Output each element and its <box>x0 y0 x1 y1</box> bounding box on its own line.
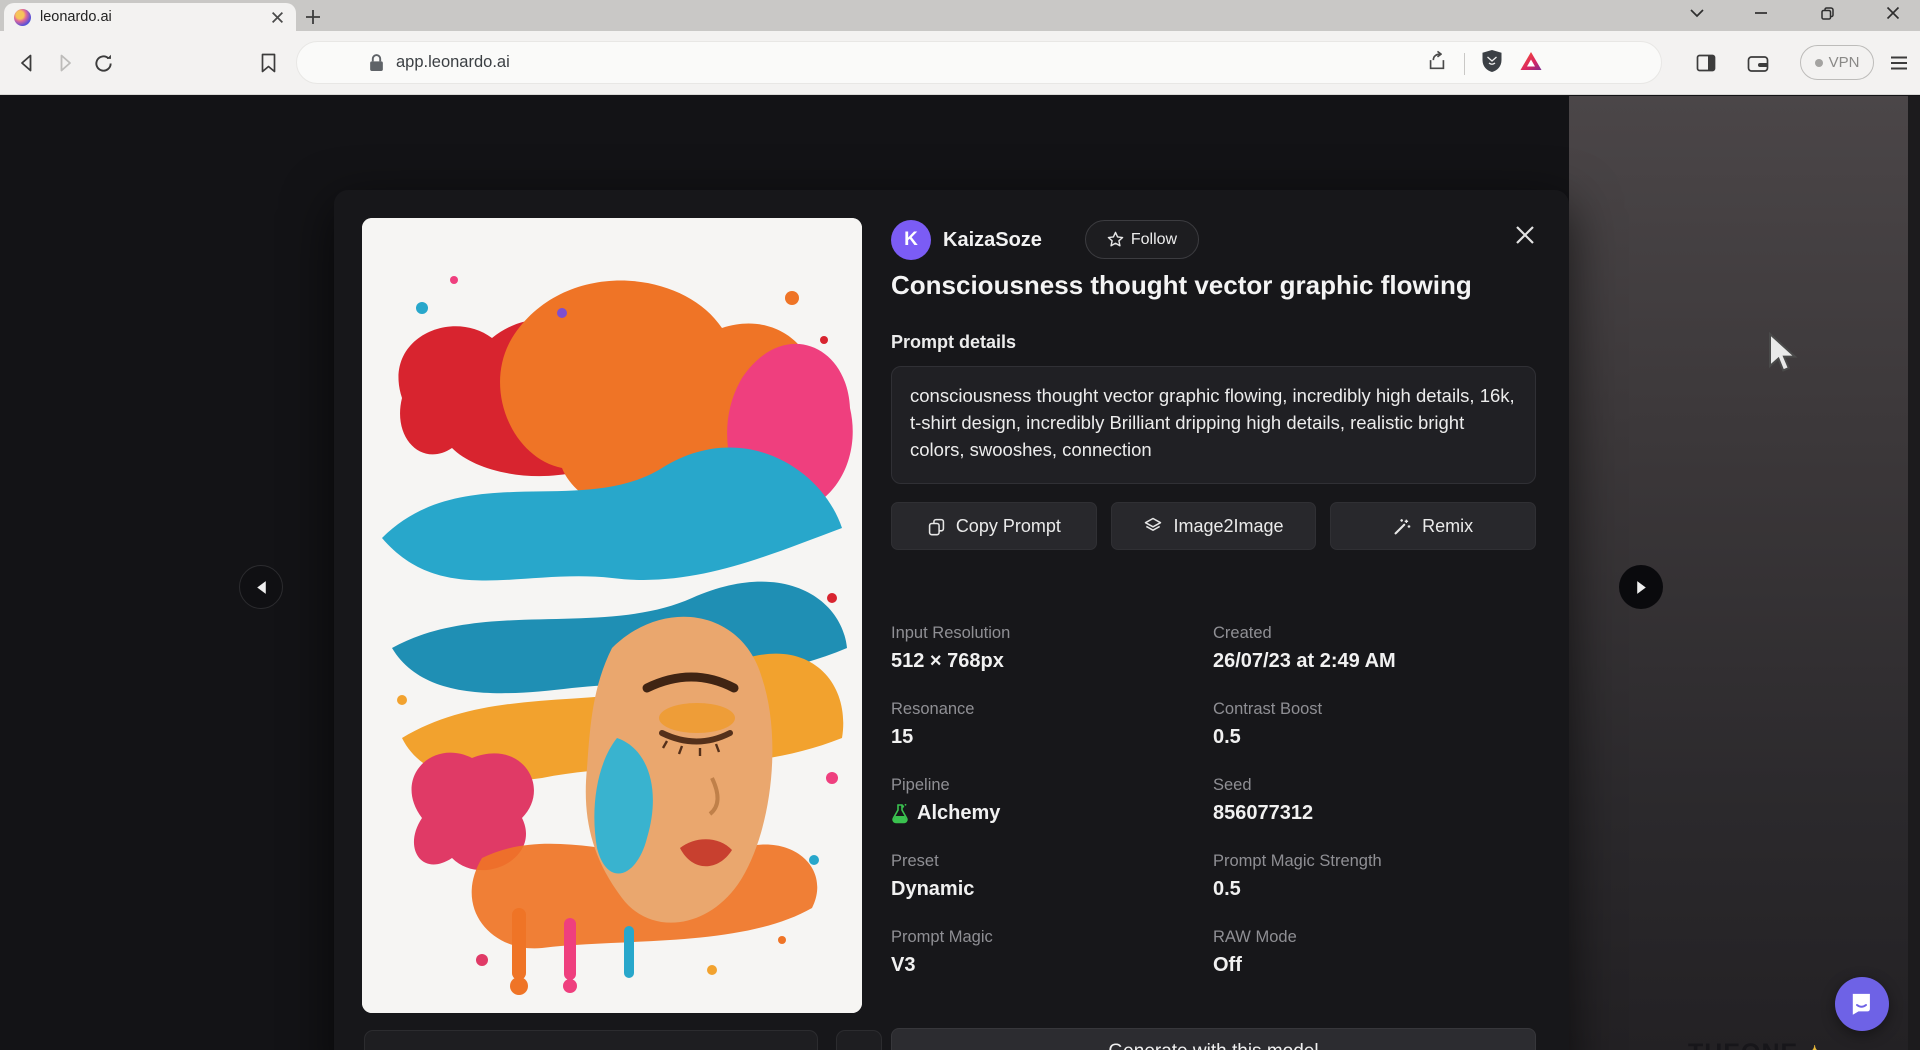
wand-icon <box>1393 517 1412 536</box>
brave-shield-icon[interactable] <box>1481 49 1503 78</box>
site-favicon <box>14 9 31 26</box>
generation-details: Input Resolution 512 × 768px Created 26/… <box>891 624 1536 977</box>
detail-pipeline: Pipeline Alchemy <box>891 776 1213 825</box>
detail-preset: Preset Dynamic <box>891 852 1213 901</box>
detail-resonance: Resonance 15 <box>891 700 1213 749</box>
tab-close-icon[interactable] <box>268 8 286 26</box>
share-icon[interactable] <box>1426 50 1448 77</box>
previous-image-button[interactable] <box>239 565 283 609</box>
mouse-cursor <box>1768 332 1800 381</box>
detail-input-resolution: Input Resolution 512 × 768px <box>891 624 1213 673</box>
action-buttons: Copy Prompt Image2Image Remix <box>891 502 1536 550</box>
url-text: app.leonardo.ai <box>396 53 510 72</box>
thumbnail-strip[interactable] <box>364 1030 818 1050</box>
browser-tab-bar: leonardo.ai <box>0 0 1920 31</box>
reload-icon[interactable] <box>88 48 118 78</box>
avatar-initial: K <box>904 229 918 251</box>
image2image-label: Image2Image <box>1173 516 1283 537</box>
follow-label: Follow <box>1131 231 1177 249</box>
author-name[interactable]: KaizaSoze <box>943 229 1042 252</box>
support-chat-button[interactable] <box>1835 977 1889 1031</box>
window-restore-icon[interactable] <box>1812 0 1842 26</box>
back-icon[interactable] <box>12 48 42 78</box>
toolbar-divider <box>1464 53 1465 75</box>
next-image-button[interactable] <box>1619 565 1663 609</box>
image-detail-modal: K KaizaSoze Follow Consciousness thought… <box>334 190 1569 1050</box>
detail-created: Created 26/07/23 at 2:49 AM <box>1213 624 1536 673</box>
layers-icon <box>1143 516 1163 536</box>
chat-bubble-icon <box>1849 991 1875 1017</box>
chevron-left-icon <box>255 580 268 595</box>
forward-icon[interactable] <box>50 48 80 78</box>
chevron-right-icon <box>1635 580 1648 595</box>
bookmark-icon[interactable] <box>253 48 283 78</box>
flask-icon <box>891 803 909 824</box>
generated-image[interactable] <box>362 218 862 1013</box>
detail-seed: Seed 856077312 <box>1213 776 1536 825</box>
thumbnail-strip-button[interactable] <box>836 1030 882 1050</box>
browser-toolbar: app.leonardo.ai <box>0 31 1920 95</box>
detail-contrast-boost: Contrast Boost 0.5 <box>1213 700 1536 749</box>
avatar[interactable]: K <box>891 220 931 260</box>
screen: leonardo.ai <box>0 0 1920 1050</box>
sparkle-icon: ✦ <box>1806 1041 1824 1050</box>
generate-with-model-button[interactable]: Generate with this model <box>891 1028 1536 1050</box>
prompt-details-heading: Prompt details <box>891 332 1016 353</box>
copy-icon <box>927 517 946 536</box>
detail-raw-mode: RAW Mode Off <box>1213 928 1536 977</box>
brave-rewards-icon[interactable] <box>1519 50 1543 77</box>
copy-prompt-label: Copy Prompt <box>956 516 1061 537</box>
star-icon <box>1107 231 1124 248</box>
backdrop-edge <box>1908 96 1920 1050</box>
wallet-icon[interactable] <box>1743 48 1773 78</box>
vpn-button[interactable]: VPN <box>1800 45 1874 80</box>
image-title: Consciousness thought vector graphic flo… <box>891 270 1541 301</box>
window-minimize-icon[interactable] <box>1746 0 1776 26</box>
browser-tab[interactable]: leonardo.ai <box>4 3 296 31</box>
vpn-status-dot <box>1815 59 1823 67</box>
follow-button[interactable]: Follow <box>1085 220 1199 259</box>
new-tab-icon[interactable] <box>300 5 326 29</box>
close-icon[interactable] <box>1510 220 1540 250</box>
tab-title: leonardo.ai <box>40 9 268 25</box>
remix-label: Remix <box>1422 516 1473 537</box>
image2image-button[interactable]: Image2Image <box>1111 502 1317 550</box>
vpn-label: VPN <box>1829 54 1860 71</box>
address-bar[interactable]: app.leonardo.ai <box>296 41 1662 84</box>
watermark: THEONE ✦ <box>1688 1039 1824 1050</box>
detail-prompt-magic: Prompt Magic V3 <box>891 928 1213 977</box>
copy-prompt-button[interactable]: Copy Prompt <box>891 502 1097 550</box>
backdrop-blur-panel <box>1569 96 1908 1050</box>
sidebar-icon[interactable] <box>1691 48 1721 78</box>
tab-search-icon[interactable] <box>1682 0 1712 26</box>
prompt-text: consciousness thought vector graphic flo… <box>910 382 1517 463</box>
lock-icon[interactable] <box>369 54 384 72</box>
artwork-image <box>362 218 862 1013</box>
menu-icon[interactable] <box>1884 48 1914 78</box>
remix-button[interactable]: Remix <box>1330 502 1536 550</box>
window-close-icon[interactable] <box>1878 0 1908 26</box>
pipeline-value: Alchemy <box>917 802 1000 825</box>
detail-prompt-magic-strength: Prompt Magic Strength 0.5 <box>1213 852 1536 901</box>
prompt-box: consciousness thought vector graphic flo… <box>891 366 1536 484</box>
